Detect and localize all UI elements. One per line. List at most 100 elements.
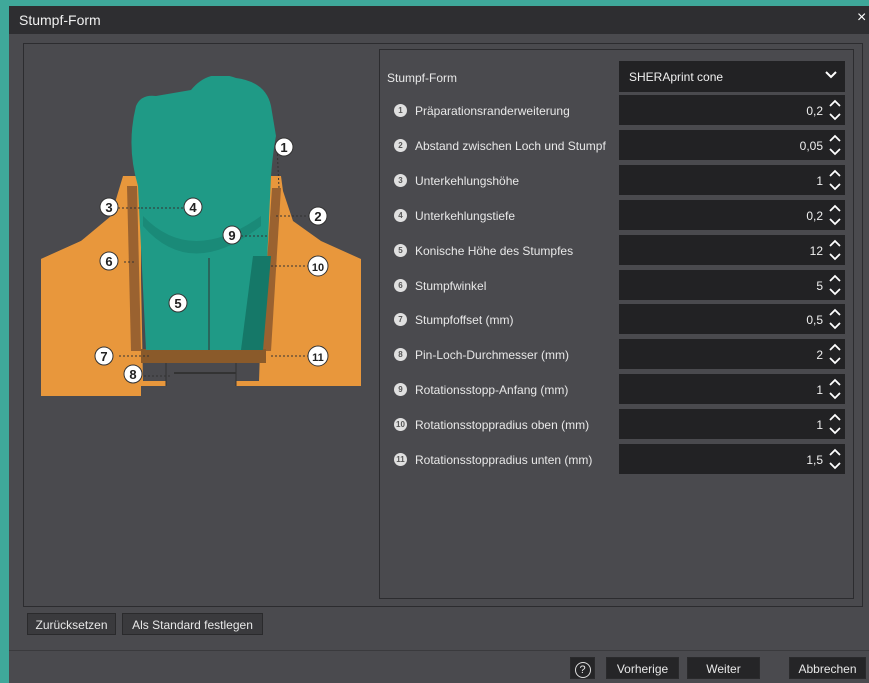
shape-select-value: SHERAprint cone xyxy=(629,70,724,84)
previous-button[interactable]: Vorherige xyxy=(606,657,679,679)
param-spinbox[interactable]: 12 xyxy=(619,235,845,265)
param-value: 0,2 xyxy=(806,209,823,223)
spin-arrows-icon[interactable] xyxy=(828,167,842,193)
param-spinbox[interactable]: 0,5 xyxy=(619,304,845,334)
param-spinbox[interactable]: 0,2 xyxy=(619,95,845,125)
number-badge-icon: 4 xyxy=(394,209,407,222)
marker-6: 6 xyxy=(99,251,119,271)
spin-arrows-icon[interactable] xyxy=(828,237,842,263)
marker-11: 11 xyxy=(307,345,329,367)
dialog-title: Stumpf-Form xyxy=(19,12,101,28)
param-value: 1 xyxy=(816,383,823,397)
marker-10: 10 xyxy=(307,255,329,277)
marker-1: 1 xyxy=(274,137,294,157)
param-spinbox[interactable]: 5 xyxy=(619,270,845,300)
number-badge-icon: 5 xyxy=(394,244,407,257)
marker-7: 7 xyxy=(94,346,114,366)
param-spinbox[interactable]: 0,2 xyxy=(619,200,845,230)
help-button[interactable]: ? xyxy=(570,657,595,679)
spin-arrows-icon[interactable] xyxy=(828,132,842,158)
number-badge-icon: 6 xyxy=(394,279,407,292)
spin-arrows-icon[interactable] xyxy=(828,272,842,298)
param-label: Unterkehlungstiefe xyxy=(415,209,516,223)
chevron-down-icon xyxy=(825,71,837,79)
param-label: Präparationsranderweiterung xyxy=(415,104,570,118)
footer-divider xyxy=(9,650,869,651)
svg-text:11: 11 xyxy=(312,352,324,364)
title-bar: Stumpf-Form × xyxy=(9,6,869,34)
set-default-button[interactable]: Als Standard festlegen xyxy=(122,613,263,635)
number-badge-icon: 9 xyxy=(394,383,407,396)
param-row: 3 Unterkehlungshöhe 1 xyxy=(380,165,853,195)
param-label: Stumpfwinkel xyxy=(415,279,487,293)
number-badge-icon: 11 xyxy=(394,453,407,466)
marker-3: 3 xyxy=(99,197,119,217)
spin-arrows-icon[interactable] xyxy=(828,97,842,123)
svg-text:1: 1 xyxy=(280,140,287,155)
spin-arrows-icon[interactable] xyxy=(828,446,842,472)
param-spinbox[interactable]: 1 xyxy=(619,409,845,439)
number-badge-icon: 3 xyxy=(394,174,407,187)
param-label: Pin-Loch-Durchmesser (mm) xyxy=(415,348,570,362)
param-value: 5 xyxy=(816,279,823,293)
marker-5: 5 xyxy=(168,293,188,313)
svg-text:7: 7 xyxy=(100,349,107,364)
stumpf-form-dialog: Stumpf-Form × 1 2 3 4 5 6 7 8 9 10 11 St… xyxy=(9,6,869,683)
param-value: 0,5 xyxy=(806,313,823,327)
param-label: Rotationsstopp-Anfang (mm) xyxy=(415,383,569,397)
param-row: 7 Stumpfoffset (mm) 0,5 xyxy=(380,304,853,334)
param-label: Konische Höhe des Stumpfes xyxy=(415,244,574,258)
spin-arrows-icon[interactable] xyxy=(828,411,842,437)
param-spinbox[interactable]: 2 xyxy=(619,339,845,369)
svg-text:10: 10 xyxy=(312,262,324,274)
param-spinbox[interactable]: 0,05 xyxy=(619,130,845,160)
param-value: 1,5 xyxy=(806,453,823,467)
marker-9: 9 xyxy=(222,225,242,245)
spin-arrows-icon[interactable] xyxy=(828,202,842,228)
number-badge-icon: 8 xyxy=(394,348,407,361)
parameter-panel: Stumpf-Form SHERAprint cone 1 Präparation… xyxy=(379,49,854,599)
next-button[interactable]: Weiter xyxy=(687,657,760,679)
param-row: 5 Konische Höhe des Stumpfes 12 xyxy=(380,235,853,265)
param-spinbox[interactable]: 1 xyxy=(619,165,845,195)
svg-text:4: 4 xyxy=(189,200,197,215)
number-badge-icon: 1 xyxy=(394,104,407,117)
param-row: 4 Unterkehlungstiefe 0,2 xyxy=(380,200,853,230)
param-label: Rotationsstoppradius oben (mm) xyxy=(415,418,590,432)
param-row: 8 Pin-Loch-Durchmesser (mm) 2 xyxy=(380,339,853,369)
param-value: 1 xyxy=(816,174,823,188)
help-icon: ? xyxy=(574,662,591,678)
spin-arrows-icon[interactable] xyxy=(828,341,842,367)
marker-2: 2 xyxy=(308,206,328,226)
shape-row: Stumpf-Form SHERAprint cone xyxy=(380,60,853,92)
param-value: 12 xyxy=(809,244,823,258)
close-icon[interactable]: × xyxy=(857,9,869,27)
shape-select[interactable]: SHERAprint cone xyxy=(619,61,845,92)
shape-label: Stumpf-Form xyxy=(387,71,458,85)
param-row: 9 Rotationsstopp-Anfang (mm) 1 xyxy=(380,374,853,404)
number-badge-icon: 2 xyxy=(394,139,407,152)
number-badge-icon: 7 xyxy=(394,313,407,326)
param-label: Rotationsstoppradius unten (mm) xyxy=(415,453,593,467)
param-label: Stumpfoffset (mm) xyxy=(415,313,514,327)
marker-4: 4 xyxy=(183,197,203,217)
param-value: 0,05 xyxy=(799,139,823,153)
svg-text:2: 2 xyxy=(314,209,321,224)
cancel-button[interactable]: Abbrechen xyxy=(789,657,866,679)
svg-text:8: 8 xyxy=(129,367,136,382)
svg-text:6: 6 xyxy=(105,254,112,269)
spin-arrows-icon[interactable] xyxy=(828,306,842,332)
param-row: 11 Rotationsstoppradius unten (mm) 1,5 xyxy=(380,444,853,474)
param-row: 1 Präparationsranderweiterung 0,2 xyxy=(380,95,853,125)
param-value: 2 xyxy=(816,348,823,362)
reset-button[interactable]: Zurücksetzen xyxy=(27,613,116,635)
param-spinbox[interactable]: 1 xyxy=(619,374,845,404)
die-shape-illustration: 1 2 3 4 5 6 7 8 9 10 11 xyxy=(41,76,361,396)
spin-arrows-icon[interactable] xyxy=(828,376,842,402)
svg-text:3: 3 xyxy=(105,200,112,215)
param-row: 6 Stumpfwinkel 5 xyxy=(380,270,853,300)
param-label: Abstand zwischen Loch und Stumpf xyxy=(415,139,606,153)
param-value: 1 xyxy=(816,418,823,432)
param-spinbox[interactable]: 1,5 xyxy=(619,444,845,474)
param-row: 2 Abstand zwischen Loch und Stumpf 0,05 xyxy=(380,130,853,160)
